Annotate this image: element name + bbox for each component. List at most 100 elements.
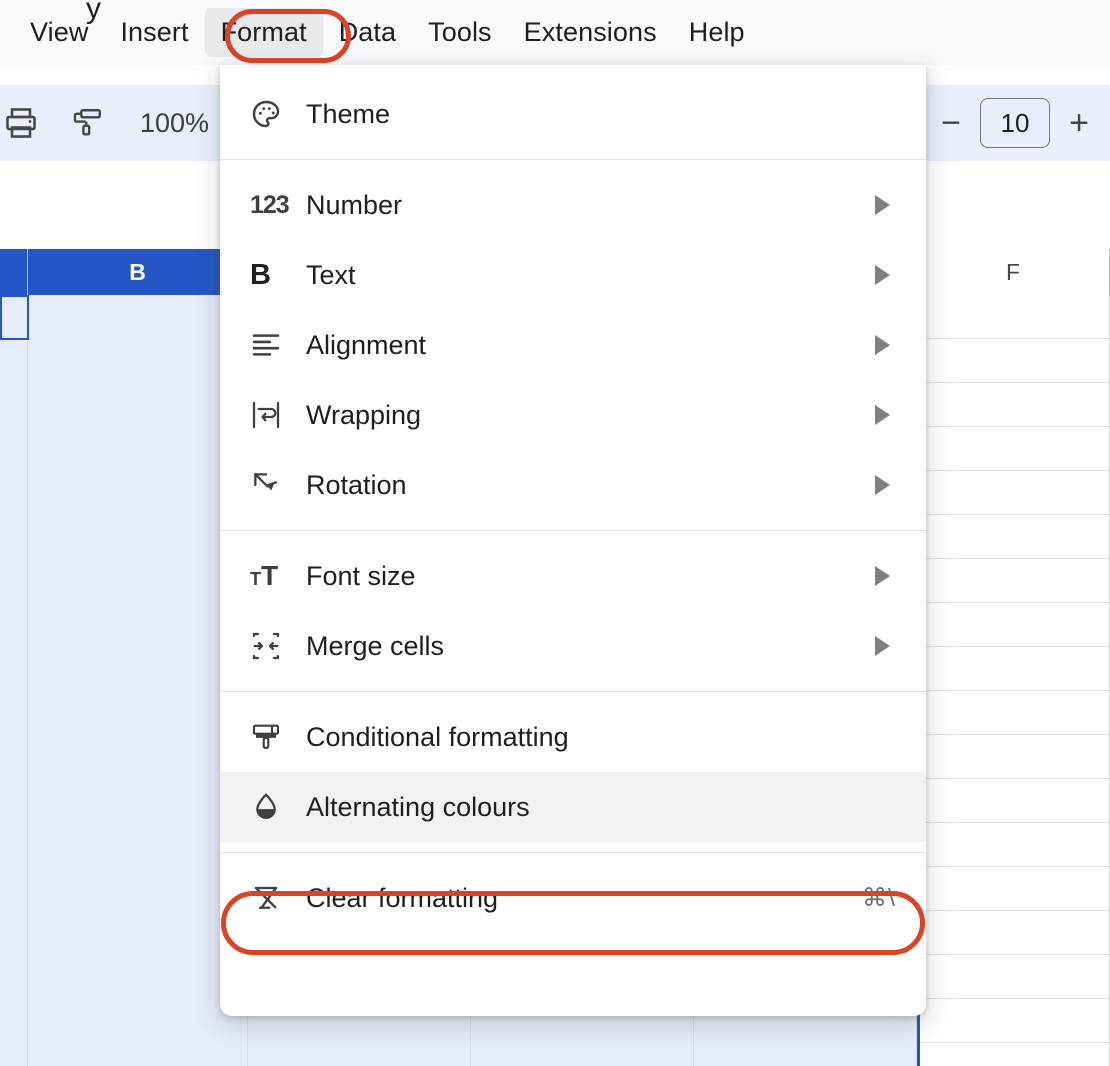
grid-cell[interactable] (0, 823, 28, 867)
sheets-app-window: BCDEF 100% − 10 + (0, 0, 1110, 1066)
grid-cell[interactable] (917, 647, 1110, 691)
grid-cell[interactable] (28, 603, 248, 647)
grid-cell[interactable] (0, 383, 28, 427)
grid-cell[interactable] (917, 735, 1110, 779)
grid-cell[interactable] (471, 1043, 694, 1066)
menu-item-label: Merge cells (306, 633, 444, 660)
column-header-B[interactable]: B (28, 249, 248, 295)
font-size-input[interactable]: 10 (980, 98, 1050, 148)
menu-item-number[interactable]: 123Number (220, 170, 926, 240)
grid-cell[interactable] (0, 295, 28, 339)
menu-item-wrapping[interactable]: Wrapping (220, 380, 926, 450)
grid-cell[interactable] (917, 339, 1110, 383)
grid-cell[interactable] (917, 955, 1110, 999)
grid-cell[interactable] (28, 383, 248, 427)
grid-cell[interactable] (917, 427, 1110, 471)
grid-cell[interactable] (917, 471, 1110, 515)
grid-cell[interactable] (0, 339, 28, 383)
column-header-F[interactable]: F (917, 249, 1110, 295)
grid-cell[interactable] (917, 383, 1110, 427)
grid-cell[interactable] (0, 999, 28, 1043)
menu-item-label: Theme (306, 101, 390, 128)
menu-divider (220, 691, 926, 692)
menu-format[interactable]: Format (205, 8, 323, 57)
menu-item-font-size[interactable]: TTFont size (220, 541, 926, 611)
menu-divider (220, 852, 926, 853)
grid-cell[interactable] (248, 1043, 471, 1066)
menu-data[interactable]: Data (323, 8, 412, 57)
grid-cell[interactable] (917, 559, 1110, 603)
grid-cell[interactable] (917, 823, 1110, 867)
grid-cell[interactable] (694, 1043, 917, 1066)
print-icon[interactable] (0, 96, 48, 150)
menu-item-label: Clear formatting (306, 885, 498, 912)
menu-extensions[interactable]: Extensions (508, 8, 673, 57)
menu-item-alignment[interactable]: Alignment (220, 310, 926, 380)
menu-group: TTFont size Merge cells (220, 541, 926, 681)
menu-item-rotation[interactable]: Rotation (220, 450, 926, 520)
grid-cell[interactable] (28, 823, 248, 867)
grid-cell[interactable] (0, 955, 28, 999)
grid-cell[interactable] (0, 427, 28, 471)
grid-cell[interactable] (917, 1043, 1110, 1066)
grid-cell[interactable] (0, 603, 28, 647)
menu-tools[interactable]: Tools (412, 8, 508, 57)
grid-cell[interactable] (0, 691, 28, 735)
grid-cell[interactable] (0, 471, 28, 515)
grid-cell[interactable] (0, 911, 28, 955)
grid-cell[interactable] (0, 1043, 28, 1066)
corner-header[interactable] (0, 249, 28, 295)
grid-cell[interactable] (28, 955, 248, 999)
menu-item-alternating-colours[interactable]: Alternating colours (220, 772, 926, 842)
grid-cell[interactable] (917, 779, 1110, 823)
paint-roller-icon[interactable] (60, 96, 114, 150)
grid-cell[interactable] (0, 647, 28, 691)
grid-cell[interactable] (0, 515, 28, 559)
grid-cell[interactable] (28, 647, 248, 691)
grid-cell[interactable] (28, 471, 248, 515)
number-123-icon: 123 (250, 191, 296, 220)
menu-item-theme[interactable]: Theme (220, 79, 926, 149)
menu-item-text[interactable]: BText (220, 240, 926, 310)
grid-cell[interactable] (28, 1043, 248, 1066)
submenu-arrow-icon (875, 265, 890, 285)
menu-group: Conditional formattingAlternating colour… (220, 702, 926, 842)
grid-cell[interactable] (28, 867, 248, 911)
submenu-arrow-icon (875, 566, 890, 586)
grid-cell[interactable] (28, 691, 248, 735)
grid-cell[interactable] (28, 911, 248, 955)
grid-cell[interactable] (917, 691, 1110, 735)
menu-item-label: Alignment (306, 332, 426, 359)
grid-cell[interactable] (917, 295, 1110, 339)
menu-item-merge-cells[interactable]: Merge cells (220, 611, 926, 681)
grid-cell[interactable] (917, 911, 1110, 955)
grid-cell[interactable] (0, 559, 28, 603)
droplet-half-icon (250, 791, 296, 823)
grid-cell[interactable] (917, 867, 1110, 911)
grid-cell[interactable] (28, 999, 248, 1043)
grid-cell[interactable] (0, 867, 28, 911)
zoom-level-label[interactable]: 100% (140, 110, 209, 137)
grid-cell[interactable] (28, 779, 248, 823)
grid-cell[interactable] (917, 999, 1110, 1043)
palette-icon (250, 98, 296, 130)
grid-cell[interactable] (28, 515, 248, 559)
submenu-arrow-icon (875, 195, 890, 215)
grid-cell[interactable] (28, 559, 248, 603)
menu-item-conditional-formatting[interactable]: Conditional formatting (220, 702, 926, 772)
format-dropdown-menu[interactable]: Theme 123NumberBText Alignment WrappingRota… (220, 65, 926, 1016)
grid-cell[interactable] (0, 735, 28, 779)
menu-insert[interactable]: Insert (104, 8, 204, 57)
menu-group: 123NumberBText Alignment WrappingRotation (220, 170, 926, 520)
font-size-decrease-button[interactable]: − (936, 106, 966, 140)
grid-cell[interactable] (0, 779, 28, 823)
menu-help[interactable]: Help (673, 8, 761, 57)
font-size-increase-button[interactable]: + (1064, 106, 1094, 140)
grid-cell[interactable] (917, 515, 1110, 559)
grid-cell[interactable] (28, 427, 248, 471)
grid-cell[interactable] (28, 339, 248, 383)
menu-item-clear-formatting[interactable]: Clear formatting⌘\ (220, 863, 926, 933)
grid-cell[interactable] (28, 735, 248, 779)
grid-cell[interactable] (917, 603, 1110, 647)
grid-cell[interactable] (28, 295, 248, 339)
